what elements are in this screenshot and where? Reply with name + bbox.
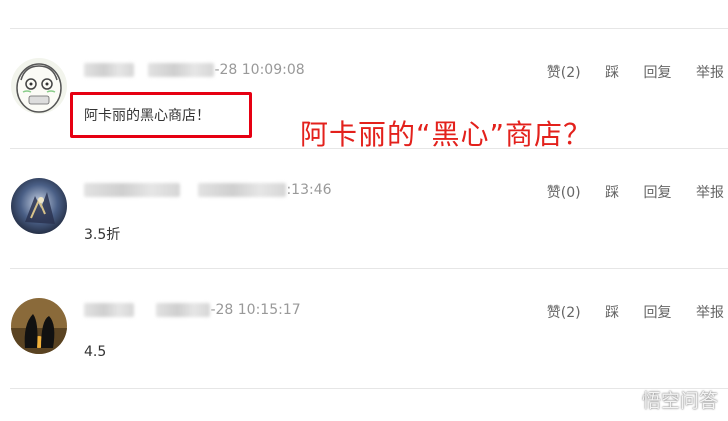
watermark: 悟空问答	[612, 386, 718, 413]
date-blurred	[198, 183, 287, 197]
comment-meta: -28 10:09:08	[84, 62, 305, 78]
dislike-button[interactable]: 踩	[605, 182, 619, 202]
comment-text: 4.5	[84, 344, 107, 360]
date-blurred	[156, 303, 211, 317]
comment-actions: 赞(0) 踩 回复 举报	[527, 182, 724, 202]
timestamp: -28 10:15:17	[210, 302, 301, 318]
comment-actions: 赞(2) 踩 回复 举报	[527, 62, 724, 82]
highlight-box	[70, 92, 252, 138]
like-button[interactable]: 赞(2)	[547, 62, 581, 82]
watermark-text: 悟空问答	[641, 390, 718, 412]
username-blurred[interactable]	[84, 63, 134, 77]
reply-button[interactable]: 回复	[644, 62, 672, 82]
comment-item-3: -28 10:15:17 赞(2) 踩 回复 举报 4.5	[0, 270, 728, 390]
username-blurred[interactable]	[84, 183, 180, 197]
reply-button[interactable]: 回复	[644, 302, 672, 322]
dislike-button[interactable]: 踩	[605, 302, 619, 322]
reply-button[interactable]: 回复	[644, 182, 672, 202]
divider-top	[10, 28, 728, 29]
comment-item-2: :13:46 赞(0) 踩 回复 举报 3.5折	[0, 150, 728, 270]
avatar[interactable]	[11, 298, 67, 354]
comment-text: 3.5折	[84, 227, 121, 243]
like-button[interactable]: 赞(2)	[547, 302, 581, 322]
avatar[interactable]	[11, 58, 67, 114]
report-button[interactable]: 举报	[696, 62, 724, 82]
avatar[interactable]	[11, 178, 67, 234]
like-button[interactable]: 赞(0)	[547, 182, 581, 202]
report-button[interactable]: 举报	[696, 182, 724, 202]
divider	[10, 148, 728, 149]
divider	[10, 268, 728, 269]
date-blurred	[148, 63, 215, 77]
avatar-game-art-image	[11, 178, 67, 234]
report-button[interactable]: 举报	[696, 302, 724, 322]
avatar-cartoon-face-image	[11, 58, 67, 114]
comment-meta: :13:46	[84, 182, 332, 198]
avatar-penguins-image	[11, 298, 67, 354]
timestamp: :13:46	[286, 182, 332, 198]
comment-actions: 赞(2) 踩 回复 举报	[527, 302, 724, 322]
wukong-logo-icon	[613, 391, 637, 408]
comment-meta: -28 10:15:17	[84, 302, 301, 318]
dislike-button[interactable]: 踩	[605, 62, 619, 82]
annotation-text: 阿卡丽的“黑心”商店？	[300, 118, 593, 151]
timestamp: -28 10:09:08	[214, 62, 305, 78]
username-blurred[interactable]	[84, 303, 134, 317]
